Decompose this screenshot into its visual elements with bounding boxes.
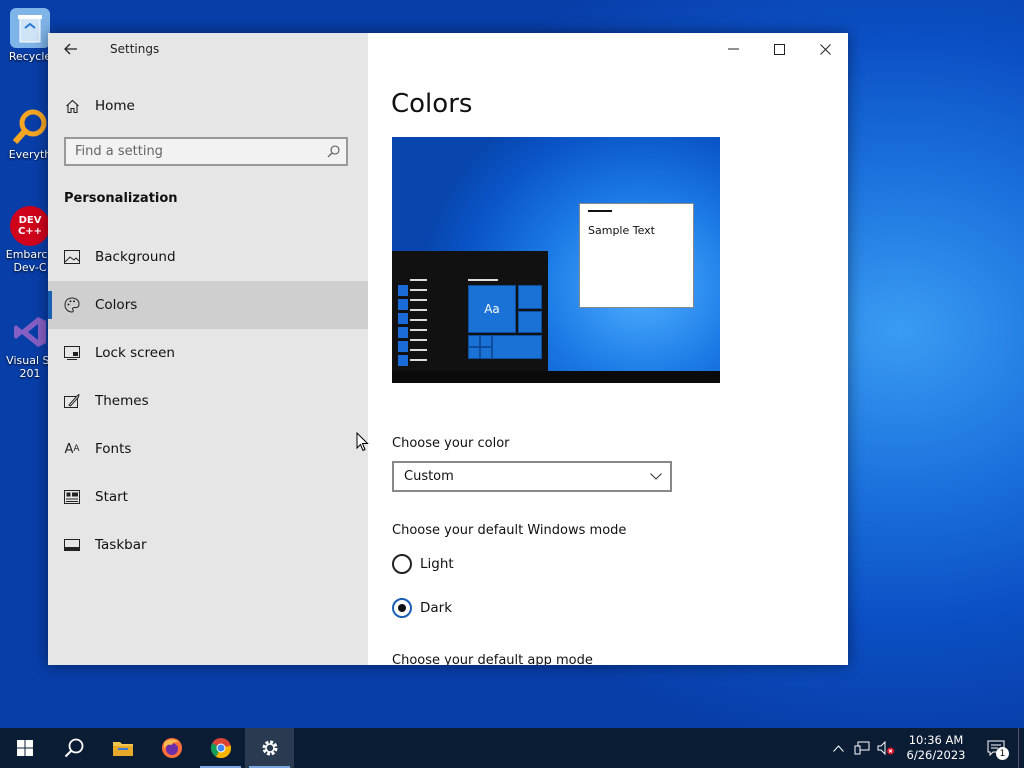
folder-icon bbox=[112, 742, 133, 756]
preview-sample-text: Sample Text bbox=[588, 224, 655, 237]
windows-logo-icon bbox=[16, 740, 33, 756]
monitor-icon bbox=[64, 346, 80, 360]
section-title: Personalization bbox=[64, 191, 178, 206]
sidebar-item-fonts[interactable]: AA Fonts bbox=[48, 425, 368, 473]
radio-light-indicator[interactable] bbox=[392, 554, 412, 574]
settings-main: Colors Aa Sample Text Choose your color … bbox=[368, 33, 848, 665]
taskbar-settings[interactable] bbox=[245, 728, 294, 768]
back-button[interactable] bbox=[48, 33, 94, 65]
radio-dark-label: Dark bbox=[420, 600, 453, 616]
settings-sidebar: Settings Home Personalization Background bbox=[48, 33, 368, 665]
preview-window: Sample Text bbox=[579, 203, 694, 308]
brush-icon bbox=[64, 394, 80, 408]
home-icon bbox=[64, 99, 80, 114]
close-icon bbox=[819, 43, 831, 55]
page-title: Colors bbox=[391, 89, 473, 119]
firefox-icon bbox=[161, 738, 182, 758]
clock[interactable]: 10:36 AM 6/26/2023 bbox=[898, 733, 974, 763]
sidebar-item-label: Background bbox=[95, 249, 176, 265]
font-icon: AA bbox=[64, 441, 80, 457]
network-icon bbox=[854, 741, 870, 755]
clock-date: 6/26/2023 bbox=[906, 748, 966, 762]
radio-light[interactable]: Light bbox=[392, 554, 454, 574]
start-grid-icon bbox=[64, 490, 80, 504]
recycle-bin-icon bbox=[10, 8, 50, 48]
nav-home[interactable]: Home bbox=[48, 89, 368, 123]
search-input[interactable] bbox=[66, 143, 320, 160]
start-button[interactable] bbox=[0, 728, 49, 768]
volume-button[interactable] bbox=[874, 728, 898, 768]
sidebar-item-taskbar[interactable]: Taskbar bbox=[48, 521, 368, 569]
preview-start-menu: Aa bbox=[392, 251, 548, 375]
color-dropdown[interactable]: Custom bbox=[392, 461, 672, 492]
sidebar-item-label: Colors bbox=[95, 297, 138, 313]
minimize-button[interactable] bbox=[710, 33, 756, 65]
sidebar-item-lock-screen[interactable]: Lock screen bbox=[48, 329, 368, 377]
color-preview: Aa Sample Text bbox=[392, 137, 720, 383]
font-icon-glyph: A bbox=[64, 441, 74, 457]
sidebar-item-label: Fonts bbox=[95, 441, 132, 457]
radio-dark[interactable]: Dark bbox=[392, 598, 452, 618]
show-desktop-button[interactable] bbox=[1018, 728, 1024, 768]
close-button[interactable] bbox=[802, 33, 848, 65]
radio-dark-indicator[interactable] bbox=[392, 598, 412, 618]
action-center-button[interactable]: 1 bbox=[974, 728, 1018, 768]
sidebar-item-label: Start bbox=[95, 489, 128, 505]
minimize-icon bbox=[727, 48, 739, 50]
chevron-down-icon bbox=[650, 473, 662, 480]
radio-light-label: Light bbox=[420, 556, 454, 572]
search-icon[interactable] bbox=[320, 145, 346, 158]
settings-window: Settings Home Personalization Background bbox=[48, 33, 848, 665]
volume-muted-icon bbox=[877, 741, 894, 755]
color-dropdown-value: Custom bbox=[404, 469, 454, 484]
arrow-left-icon bbox=[64, 43, 77, 55]
caption-buttons bbox=[710, 33, 848, 65]
show-hidden-icons-button[interactable] bbox=[826, 728, 850, 768]
taskbar-chrome[interactable] bbox=[196, 728, 245, 768]
sidebar-item-label: Lock screen bbox=[95, 345, 175, 361]
taskbar: 10:36 AM 6/26/2023 1 bbox=[0, 728, 1024, 768]
palette-icon bbox=[64, 297, 80, 313]
mouse-cursor-icon bbox=[356, 431, 370, 456]
chrome-icon bbox=[210, 738, 231, 759]
sidebar-item-colors[interactable]: Colors bbox=[48, 281, 368, 329]
gear-icon bbox=[262, 740, 277, 756]
magnifier-app-icon bbox=[10, 106, 50, 146]
taskbar-file-explorer[interactable] bbox=[98, 728, 147, 768]
search-button[interactable] bbox=[49, 728, 98, 768]
preview-taskbar bbox=[392, 371, 720, 383]
devcpp-icon: DEV C++ bbox=[10, 206, 50, 246]
network-button[interactable] bbox=[850, 728, 874, 768]
search-box[interactable] bbox=[64, 137, 348, 166]
taskbar-firefox[interactable] bbox=[147, 728, 196, 768]
maximize-button[interactable] bbox=[756, 33, 802, 65]
sidebar-item-start[interactable]: Start bbox=[48, 473, 368, 521]
sidebar-item-label: Taskbar bbox=[95, 537, 147, 553]
visual-studio-icon bbox=[10, 312, 50, 352]
system-tray: 10:36 AM 6/26/2023 1 bbox=[826, 728, 1024, 768]
sidebar-item-label: Themes bbox=[95, 393, 149, 409]
chevron-up-icon bbox=[832, 744, 844, 752]
notification-badge: 1 bbox=[996, 747, 1009, 760]
window-title: Settings bbox=[110, 42, 160, 56]
nav-list: Background Colors Lock screen Themes A A… bbox=[48, 233, 368, 569]
sidebar-item-themes[interactable]: Themes bbox=[48, 377, 368, 425]
choose-color-label: Choose your color bbox=[392, 436, 510, 451]
windows-mode-label: Choose your default Windows mode bbox=[392, 523, 627, 538]
nav-home-label: Home bbox=[95, 98, 135, 114]
sidebar-item-background[interactable]: Background bbox=[48, 233, 368, 281]
app-mode-label: Choose your default app mode bbox=[392, 653, 593, 665]
title-bar[interactable]: Settings bbox=[48, 33, 368, 65]
image-icon bbox=[64, 250, 80, 264]
search-icon bbox=[64, 738, 83, 758]
preview-tile: Aa bbox=[468, 285, 516, 333]
clock-time: 10:36 AM bbox=[908, 733, 964, 747]
taskbar-icon bbox=[64, 539, 80, 551]
maximize-icon bbox=[773, 43, 785, 55]
